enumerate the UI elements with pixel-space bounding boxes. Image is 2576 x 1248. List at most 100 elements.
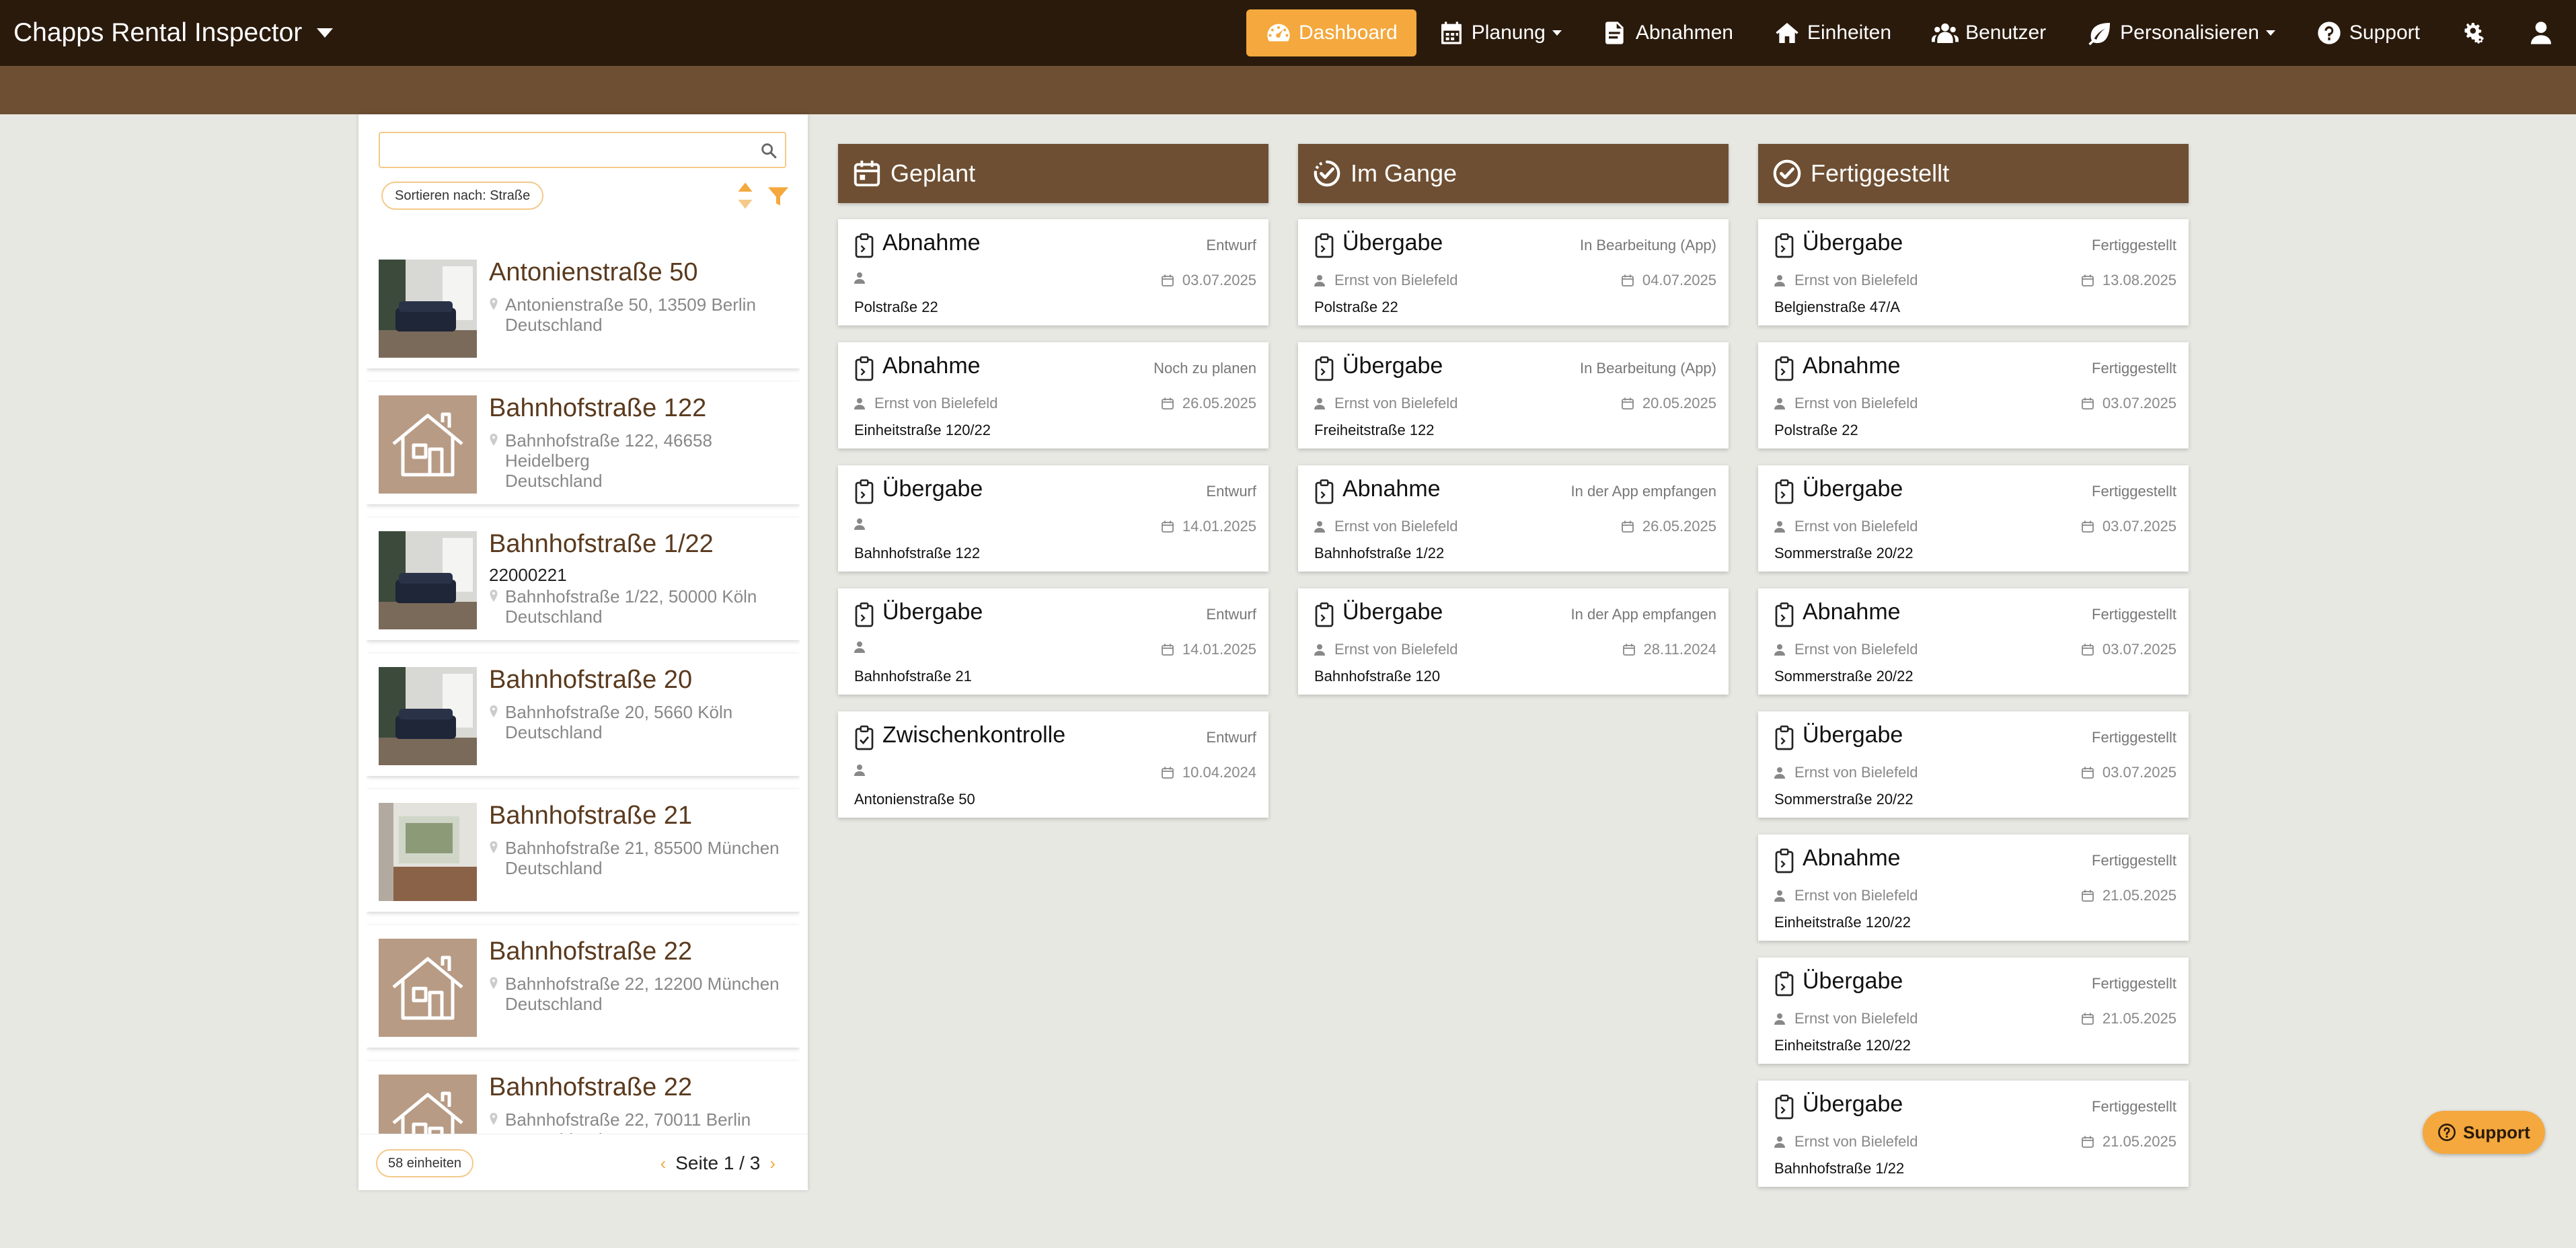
calendar-icon <box>1622 644 1635 656</box>
inspection-card[interactable]: Übergabe Fertiggestellt Ernst von Bielefel… <box>1758 711 2189 818</box>
card-assignee <box>854 641 874 653</box>
card-status: In der App empfangen <box>1570 606 1717 623</box>
assignee-name: Ernst von Bielefeld <box>1794 641 1918 658</box>
nav-support[interactable]: Support <box>2297 9 2439 56</box>
inspection-card[interactable]: Abnahme Fertiggestellt Ernst von Bielefeld… <box>1758 342 2189 448</box>
unit-count-badge: 58 einheiten <box>376 1149 473 1177</box>
nav-account[interactable] <box>2509 9 2573 56</box>
sort-direction-icon[interactable] <box>735 180 755 211</box>
date-value: 03.07.2025 <box>2102 395 2176 412</box>
card-title: Übergabe <box>882 476 983 502</box>
unit-address: Bahnhofstraße 22, 12200 München Deutschl… <box>489 974 780 1014</box>
user-icon <box>1774 890 1785 902</box>
calendar-icon <box>2081 1136 2094 1148</box>
user-icon <box>1314 398 1325 410</box>
card-status: Entwurf <box>1206 729 1256 746</box>
card-unit: Belgienstraße 47/A <box>1774 299 1901 315</box>
clipboard-icon <box>1774 602 1794 627</box>
card-title: Abnahme <box>882 230 981 256</box>
nav-abnahmen[interactable]: Abnahmen <box>1583 9 1752 56</box>
unit-address: Bahnhofstraße 1/22, 50000 Köln Deutschla… <box>489 586 757 627</box>
sort-selector[interactable]: Sortieren nach: Straße <box>381 182 544 210</box>
assignee-name: Ernst von Bielefeld <box>1334 272 1458 288</box>
unit-address: Bahnhofstraße 21, 85500 München Deutschl… <box>489 838 780 878</box>
house-icon <box>392 956 463 1020</box>
unit-photo <box>379 260 477 358</box>
inspection-card[interactable]: Zwischenkontrolle Entwurf 10.04.2024 Antoni… <box>838 711 1268 818</box>
card-status: In Bearbeitung (App) <box>1579 237 1716 254</box>
card-date: 26.05.2025 <box>1161 395 1256 412</box>
card-title: Abnahme <box>1803 353 1901 379</box>
filter-icon[interactable] <box>766 184 790 208</box>
column-title: Geplant <box>891 159 976 187</box>
unit-placeholder-image <box>379 939 477 1037</box>
calendar-icon <box>2081 274 2094 286</box>
app-brand-dropdown[interactable]: Chapps Rental Inspector <box>13 0 334 66</box>
unit-item[interactable]: Bahnhofstraße 1/22 22000221 Bahnhofstraß… <box>367 518 800 640</box>
date-value: 03.07.2025 <box>1182 272 1256 288</box>
unit-address-line: Bahnhofstraße 22, 70011 Berlin <box>505 1109 751 1130</box>
card-unit: Bahnhofstraße 1/22 <box>1774 1160 1905 1177</box>
unit-item[interactable]: Bahnhofstraße 21 Bahnhofstraße 21, 85500… <box>367 789 800 912</box>
support-floating-button[interactable]: Support <box>2423 1111 2545 1154</box>
card-assignee: Ernst von Bielefeld <box>1314 518 1457 535</box>
card-unit: Einheitstraße 120/22 <box>1774 1037 1911 1054</box>
inspection-card[interactable]: Übergabe Fertiggestellt Ernst von Bielefel… <box>1758 465 2189 572</box>
nav-personalisieren[interactable]: Personalisieren <box>2068 9 2294 56</box>
inspection-card[interactable]: Übergabe Fertiggestellt Ernst von Bielefel… <box>1758 958 2189 1064</box>
date-value: 26.05.2025 <box>1182 395 1256 412</box>
user-icon <box>1774 275 1785 286</box>
inspection-card[interactable]: Übergabe In Bearbeitung (App) Ernst von Bi… <box>1298 342 1729 448</box>
inspection-card[interactable]: Übergabe Fertiggestellt Ernst von Bielefel… <box>1758 219 2189 325</box>
inspection-card[interactable]: Übergabe In Bearbeitung (App) Ernst von Bi… <box>1298 219 1729 325</box>
search-icon[interactable] <box>759 141 778 160</box>
card-title: Übergabe <box>882 599 983 625</box>
page-indicator: Seite 1 / 3 <box>675 1153 761 1173</box>
card-title: Übergabe <box>1342 599 1443 625</box>
clipboard-icon <box>1774 848 1794 873</box>
clipboard-icon <box>1314 233 1334 258</box>
user-icon <box>1314 521 1325 533</box>
search-input[interactable] <box>380 133 785 167</box>
unit-item[interactable]: Bahnhofstraße 22 Bahnhofstraße 22, 12200… <box>367 925 800 1048</box>
inspection-card[interactable]: Übergabe Entwurf 14.01.2025 Bahnhofstraße 1… <box>838 465 1268 572</box>
prev-page-icon[interactable]: ‹ <box>660 1153 667 1174</box>
card-unit: Einheitstraße 120/22 <box>854 422 991 438</box>
inspection-card[interactable]: Übergabe Fertiggestellt Ernst von Bielefel… <box>1758 1081 2189 1187</box>
inspection-card[interactable]: Abnahme In der App empfangen Ernst von Bie… <box>1298 465 1729 572</box>
nav-einheiten[interactable]: Einheiten <box>1755 9 1910 56</box>
unit-item[interactable]: Antonienstraße 50 Antonienstraße 50, 135… <box>367 246 800 368</box>
inspection-card[interactable]: Abnahme Noch zu planen Ernst von Bielefeld… <box>838 342 1268 448</box>
nav-menu: Dashboard Planung Abnahmen Einheiten Ben… <box>1246 0 2576 66</box>
user-icon <box>2531 22 2551 44</box>
user-icon <box>1774 1013 1785 1025</box>
clipboard-icon <box>1774 233 1794 258</box>
home-icon <box>1776 23 1798 43</box>
card-status: Fertiggestellt <box>2092 1098 2176 1115</box>
inspection-card[interactable]: Abnahme Entwurf 03.07.2025 Polstraße 22 <box>838 219 1268 325</box>
card-date: 03.07.2025 <box>2081 641 2176 658</box>
card-assignee: Ernst von Bielefeld <box>1314 272 1457 289</box>
unit-item[interactable]: Bahnhofstraße 122 Bahnhofstraße 122, 466… <box>367 382 800 504</box>
card-status: Fertiggestellt <box>2092 729 2176 746</box>
unit-address-line: Bahnhofstraße 20, 5660 Köln <box>505 702 733 722</box>
map-pin-icon <box>490 1113 498 1125</box>
nav-dashboard[interactable]: Dashboard <box>1246 9 1416 56</box>
next-page-icon[interactable]: › <box>769 1153 775 1174</box>
inspection-card[interactable]: Übergabe In der App empfangen Ernst von Bi… <box>1298 588 1729 695</box>
user-icon <box>854 398 865 410</box>
card-assignee <box>854 764 874 776</box>
date-value: 21.05.2025 <box>2102 1010 2176 1027</box>
nav-planung[interactable]: Planung <box>1419 9 1581 56</box>
card-assignee: Ernst von Bielefeld <box>1314 395 1457 412</box>
card-date: 21.05.2025 <box>2081 1010 2176 1027</box>
unit-name: Bahnhofstraße 20 <box>489 666 693 694</box>
unit-item[interactable]: Bahnhofstraße 20 Bahnhofstraße 20, 5660 … <box>367 654 800 776</box>
nav-settings[interactable] <box>2441 9 2506 56</box>
nav-benutzer[interactable]: Benutzer <box>1913 9 2065 56</box>
calendar-icon <box>2081 520 2094 533</box>
inspection-card[interactable]: Abnahme Fertiggestellt Ernst von Bielefeld… <box>1758 834 2189 941</box>
check-circle-icon <box>1772 158 1811 189</box>
inspection-card[interactable]: Abnahme Fertiggestellt Ernst von Bielefeld… <box>1758 588 2189 695</box>
inspection-card[interactable]: Übergabe Entwurf 14.01.2025 Bahnhofstraße 2… <box>838 588 1268 695</box>
